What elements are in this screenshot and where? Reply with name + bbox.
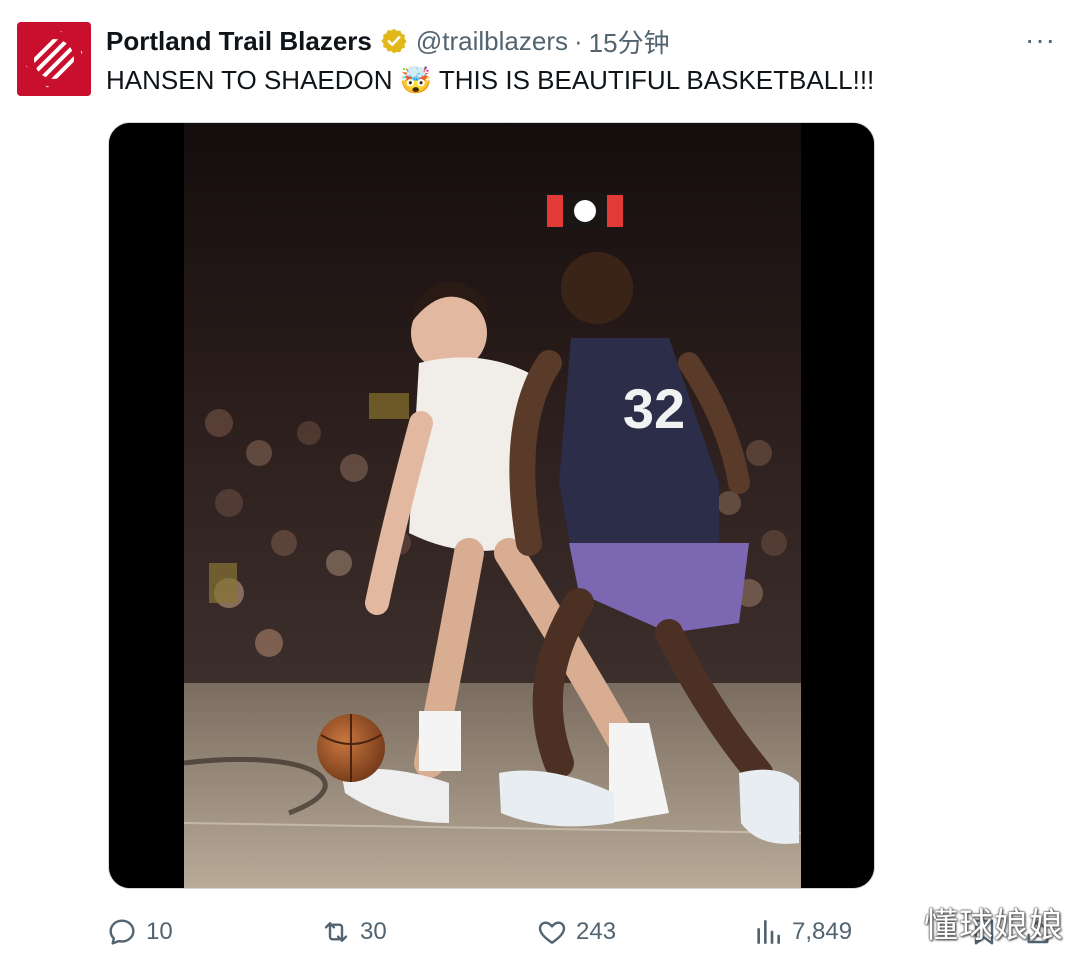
video-frame-basketball-image: 32 [109,123,874,888]
reply-count: 10 [146,918,173,945]
tweet-timestamp[interactable]: 15分钟 [589,23,670,60]
tweet-action-bar: 10 30 243 7,849 [0,910,1080,958]
author-handle[interactable]: @trailblazers [416,26,568,57]
retweet-button[interactable]: 30 [320,916,387,948]
view-count: 7,849 [792,918,853,945]
retweet-count: 30 [360,918,387,945]
reply-icon [109,919,135,945]
more-options-button[interactable]: ··· [1025,26,1056,54]
header-separator: · [573,25,583,56]
tweet-text: HANSEN TO SHAEDON 🤯 THIS IS BEAUTIFUL BA… [106,65,875,95]
tweet-video[interactable]: 32 [108,122,875,889]
tweet-header: Portland Trail Blazers @trailblazers · 1… [106,24,670,58]
watermark: 懂球娘娘 [924,906,1064,946]
author-name[interactable]: Portland Trail Blazers [106,26,372,57]
heart-icon [538,921,566,944]
trail-blazers-logo-icon [17,22,91,96]
views-button[interactable]: 7,849 [752,916,852,948]
jersey-number: 32 [623,377,685,440]
verified-badge-icon [380,27,408,55]
like-button[interactable]: 243 [536,916,616,948]
retweet-icon [324,922,348,942]
views-icon [757,920,780,944]
avatar[interactable] [17,22,91,96]
like-count: 243 [576,918,617,945]
reply-button[interactable]: 10 [106,916,173,948]
